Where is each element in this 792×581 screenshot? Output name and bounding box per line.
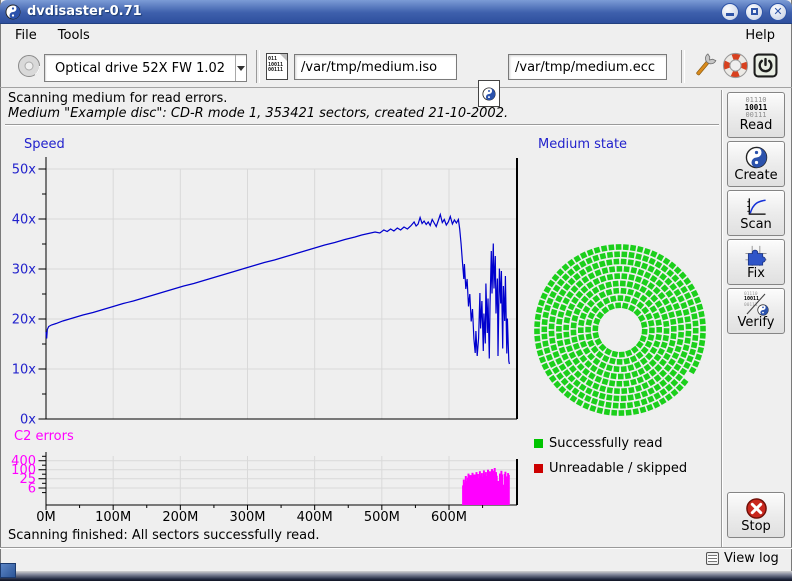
svg-text:400M: 400M [297, 510, 333, 525]
preferences-wrench-icon[interactable] [691, 51, 718, 81]
minimize-icon [726, 13, 734, 16]
menu-tools[interactable]: Tools [55, 27, 93, 44]
dropdown-arrow-icon [235, 55, 246, 81]
fix-button-label: Fix [747, 267, 765, 281]
verify-button[interactable]: 011101001100111 Verify [727, 288, 785, 334]
legend-bad-label: Unreadable / skipped [549, 461, 687, 476]
window-bottom-frame [0, 571, 792, 581]
svg-text:20x: 20x [12, 313, 37, 328]
read-button[interactable]: 011101001100111 Read [727, 92, 785, 138]
legend-item-good: Successfully read [534, 436, 662, 451]
svg-text:500M: 500M [364, 510, 400, 525]
svg-text:30x: 30x [12, 263, 37, 278]
cd-drive-icon[interactable] [16, 53, 42, 79]
ecc-path-input[interactable] [508, 54, 667, 80]
status-bottom: Scanning finished: All sectors successfu… [8, 528, 320, 543]
maximize-button[interactable] [745, 3, 763, 21]
menu-bar: File Tools Help [0, 24, 792, 46]
app-window: dvdisaster-0.71 ✕ File Tools Help Optica… [0, 0, 792, 581]
resize-grip[interactable] [0, 563, 16, 578]
stop-icon [745, 497, 768, 520]
title-bar: dvdisaster-0.71 ✕ [0, 0, 792, 24]
ecc-file-icon [478, 80, 500, 107]
svg-text:10x: 10x [12, 363, 37, 378]
read-binary-icon: 011101001100111 [745, 97, 768, 119]
stop-button-label: Stop [741, 520, 771, 534]
window-title: dvdisaster-0.71 [27, 4, 715, 19]
status-line2: Medium "Example disc": CD-R mode 1, 3534… [8, 106, 508, 121]
svg-text:0x: 0x [20, 413, 36, 428]
verify-icon: 011101001100111 [743, 292, 769, 316]
medium-state-title: Medium state [538, 137, 627, 152]
log-list-icon [706, 552, 719, 565]
svg-text:300M: 300M [229, 510, 265, 525]
scan-chart-icon [744, 195, 768, 218]
yin-yang-icon [482, 87, 496, 101]
svg-text:100: 100 [11, 463, 36, 478]
fix-puzzle-icon [744, 244, 768, 267]
verify-button-label: Verify [738, 316, 775, 330]
legend-item-bad: Unreadable / skipped [534, 461, 687, 476]
read-button-label: Read [740, 119, 773, 133]
menu-file[interactable]: File [12, 27, 40, 44]
minimize-button[interactable] [721, 3, 739, 21]
legend-good-swatch [534, 439, 543, 448]
quit-power-icon[interactable] [753, 53, 778, 78]
toolbar-separator [256, 50, 260, 83]
iso-file-icon: 011 10011 00111 [266, 53, 288, 80]
separator [0, 547, 792, 549]
iso-icon-row: 00111 [267, 68, 287, 74]
yin-yang-icon [757, 304, 769, 316]
separator [721, 90, 723, 547]
scan-button-label: Scan [740, 218, 772, 232]
create-button[interactable]: Create [727, 141, 785, 187]
svg-text:50x: 50x [12, 163, 37, 178]
separator [5, 124, 719, 126]
svg-text:0M: 0M [36, 510, 56, 525]
svg-text:6: 6 [28, 482, 36, 497]
app-logo-icon [5, 4, 21, 20]
svg-text:40x: 40x [12, 213, 37, 228]
drive-select-value: Optical drive 52X FW 1.02 [45, 61, 235, 76]
c2-title: C2 errors [14, 429, 74, 444]
yin-yang-icon [745, 146, 768, 169]
svg-text:200M: 200M [162, 510, 198, 525]
close-button[interactable]: ✕ [769, 3, 787, 21]
fix-button[interactable]: Fix [727, 239, 785, 285]
speed-title: Speed [24, 137, 65, 152]
maximize-icon [751, 8, 758, 15]
view-log-button[interactable]: View log [706, 549, 779, 567]
toolbar-separator [681, 50, 685, 83]
svg-text:600M: 600M [431, 510, 467, 525]
create-button-label: Create [734, 169, 777, 183]
iso-path-input[interactable] [294, 54, 457, 80]
menu-help[interactable]: Help [742, 27, 778, 44]
help-lifebuoy-icon[interactable] [722, 52, 749, 79]
legend-good-label: Successfully read [549, 436, 662, 451]
svg-text:400: 400 [11, 454, 36, 469]
scan-button[interactable]: Scan [727, 190, 785, 236]
toolbar: Optical drive 52X FW 1.02 011 10011 0011… [0, 46, 792, 88]
status-line1: Scanning medium for read errors. [8, 91, 227, 106]
view-log-label: View log [724, 551, 779, 566]
drive-select[interactable]: Optical drive 52X FW 1.02 [44, 54, 247, 82]
svg-text:25: 25 [19, 472, 36, 487]
stop-button[interactable]: Stop [727, 492, 785, 538]
legend-bad-swatch [534, 464, 543, 473]
svg-text:100M: 100M [95, 510, 131, 525]
